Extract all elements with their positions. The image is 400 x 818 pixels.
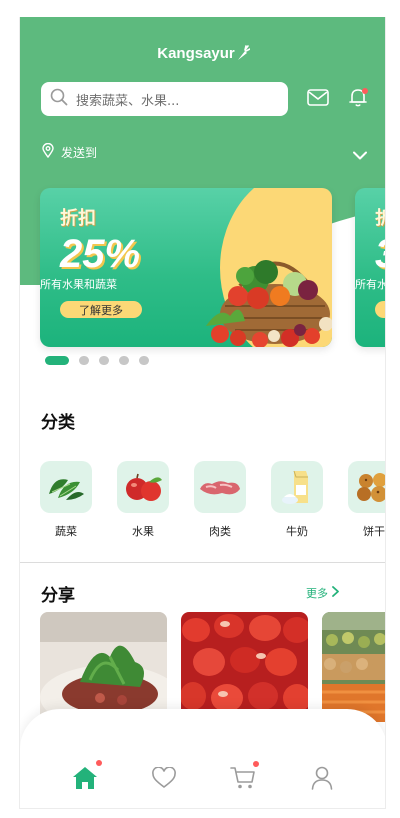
spinach-icon	[49, 479, 84, 500]
location-selector[interactable]: 发送到	[42, 142, 98, 161]
tab-home[interactable]	[70, 760, 102, 793]
category-label: 肉类	[209, 525, 231, 538]
category-tile	[117, 461, 169, 513]
search-placeholder: 搜索蔬菜、水果...	[76, 93, 180, 109]
home-icon	[73, 767, 97, 789]
banner-subtitle: 所有水	[355, 278, 386, 291]
category-item-cookies[interactable]: 饼干	[348, 461, 385, 539]
cart-icon	[230, 767, 255, 789]
milk-icon	[282, 470, 308, 504]
share-card-market-image[interactable]	[322, 612, 386, 722]
share-card-tomato-image[interactable]	[181, 612, 308, 722]
banner-tag: 折扣	[60, 208, 96, 229]
banner-tag: 折扣	[375, 204, 385, 230]
cart-badge	[253, 761, 259, 767]
category-item-vegetables[interactable]: 蔬菜	[40, 461, 117, 539]
promo-banner[interactable]: 折扣 25% 所有水果和蔬菜 了解更多	[40, 188, 332, 347]
category-tile	[348, 461, 385, 513]
notification-badge	[362, 88, 368, 94]
learn-more-button[interactable]: 了解更多	[60, 301, 142, 318]
carousel-dot[interactable]	[79, 356, 89, 365]
chevron-right-icon	[332, 586, 339, 600]
search-input[interactable]: 搜索蔬菜、水果...	[41, 82, 288, 116]
mail-icon	[307, 88, 329, 110]
carousel-dot[interactable]	[139, 356, 149, 365]
app-screen: Kangsayur 搜索蔬菜、水果... 发送到 折扣 25% 所有水果和蔬菜	[19, 17, 386, 809]
user-icon	[311, 766, 333, 790]
category-item-meat[interactable]: 肉类	[194, 461, 271, 539]
more-link[interactable]: 更多	[306, 585, 339, 601]
category-tile	[271, 461, 323, 513]
carousel-dot[interactable]	[119, 356, 129, 365]
tab-favorites[interactable]	[149, 763, 179, 793]
banner-discount: 3	[375, 232, 385, 277]
more-label: 更多	[306, 587, 328, 600]
cookie-icon	[357, 473, 385, 502]
brand-logo: Kangsayur	[20, 45, 385, 65]
banner-discount: 25%	[60, 232, 141, 276]
categories-title: 分类	[41, 413, 75, 433]
tab-cart[interactable]	[228, 761, 259, 793]
carrot-icon	[236, 45, 251, 65]
meat-icon	[200, 481, 240, 495]
chevron-down-icon[interactable]	[353, 145, 367, 164]
section-divider	[20, 562, 385, 563]
vegetable-basket-image	[206, 260, 332, 347]
tab-profile[interactable]	[307, 763, 337, 793]
carousel-dot-active[interactable]	[45, 356, 69, 365]
apple-icon	[126, 473, 162, 501]
category-tile	[194, 461, 246, 513]
category-label: 饼干	[363, 525, 385, 538]
category-item-milk[interactable]: 牛奶	[271, 461, 348, 539]
share-title: 分享	[41, 586, 75, 606]
category-item-fruits[interactable]: 水果	[117, 461, 194, 539]
share-card-salad-image[interactable]	[40, 612, 167, 722]
category-label: 牛奶	[286, 525, 308, 538]
brand-name: Kangsayur	[157, 45, 235, 62]
mail-button[interactable]	[305, 86, 331, 112]
home-badge	[96, 760, 102, 766]
category-tile	[40, 461, 92, 513]
banner-subtitle: 所有水果和蔬菜	[40, 278, 117, 291]
learn-more-button[interactable]	[375, 301, 385, 318]
category-label: 蔬菜	[55, 525, 77, 538]
carousel-dot[interactable]	[99, 356, 109, 365]
notification-button[interactable]	[345, 86, 371, 112]
category-label: 水果	[132, 525, 154, 538]
carousel-indicator	[45, 356, 159, 365]
heart-icon	[152, 767, 176, 789]
location-pin-icon	[42, 142, 54, 161]
category-list: 蔬菜 水果 肉类 牛奶 饼干	[40, 461, 385, 539]
location-label: 发送到	[61, 145, 98, 160]
search-icon	[50, 88, 68, 110]
bottom-tab-bar	[20, 709, 385, 808]
promo-banner[interactable]: 折扣 3 所有水	[355, 188, 386, 347]
